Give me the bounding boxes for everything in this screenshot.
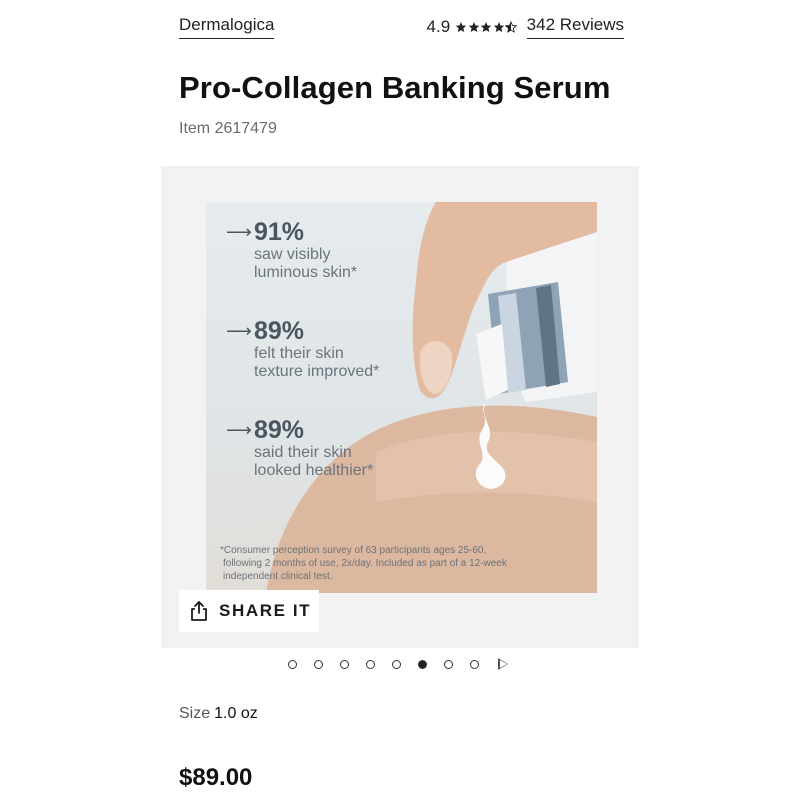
pagination-dot[interactable] — [288, 659, 297, 669]
next-arrow-icon[interactable] — [498, 658, 508, 670]
size-info: Size 1.0 oz — [179, 703, 258, 725]
share-button[interactable]: SHARE IT — [179, 590, 319, 632]
stat-percent: 91% — [254, 218, 305, 246]
size-value: 1.0 oz — [214, 705, 258, 722]
pagination-dot[interactable] — [444, 659, 453, 669]
stat-texture: ⟶ 89% felt their skin texture improved* — [226, 317, 379, 381]
star-icon — [493, 21, 504, 32]
product-image-gallery[interactable]: ⟶ 91% saw visibly luminous skin* ⟶ 89% f… — [161, 166, 639, 648]
stat-text: looked healthier* — [254, 462, 374, 479]
arrow-icon: ⟶ — [226, 221, 252, 242]
pagination-dot[interactable] — [366, 659, 375, 669]
stat-text: saw visibly — [254, 246, 331, 263]
item-number: Item 2617479 — [179, 120, 277, 137]
rating-stars — [455, 20, 518, 33]
pagination-dot-active[interactable] — [418, 659, 427, 669]
star-icon — [455, 21, 467, 32]
survey-footnote: *Consumer perception survey of 63 partic… — [220, 545, 507, 582]
stat-text: texture improved* — [254, 363, 380, 380]
arrow-icon: ⟶ — [226, 419, 252, 440]
product-price: $89.00 — [179, 764, 253, 791]
pagination-dot[interactable] — [392, 659, 401, 669]
stat-percent: 89% — [254, 416, 305, 444]
brand-link[interactable]: Dermalogica — [179, 14, 275, 39]
arrow-icon: ⟶ — [226, 320, 252, 341]
size-label: Size — [179, 705, 211, 722]
stat-text: felt their skin — [254, 345, 344, 362]
star-icon — [480, 21, 492, 32]
reviews-link[interactable]: 342 Reviews — [526, 14, 624, 39]
gallery-pagination — [288, 658, 508, 670]
stat-text: said their skin — [254, 444, 352, 461]
pagination-dot[interactable] — [470, 659, 479, 669]
star-icon — [468, 21, 479, 32]
share-icon — [191, 601, 207, 621]
stat-text: luminous skin* — [254, 264, 358, 281]
pagination-dot[interactable] — [314, 659, 323, 669]
rating-value: 4.9 — [426, 16, 451, 36]
stat-luminous: ⟶ 91% saw visibly luminous skin* — [226, 218, 357, 282]
pagination-dot[interactable] — [340, 659, 349, 669]
share-label: SHARE IT — [219, 601, 312, 620]
product-photo: ⟶ 91% saw visibly luminous skin* ⟶ 89% f… — [206, 202, 597, 593]
stat-healthier: ⟶ 89% said their skin looked healthier* — [226, 416, 373, 480]
rating-summary: 4.9 342 Reviews — [427, 14, 624, 39]
star-half-icon — [505, 20, 518, 33]
stat-percent: 89% — [254, 317, 305, 345]
product-title: Pro-Collagen Banking Serum — [179, 70, 611, 105]
